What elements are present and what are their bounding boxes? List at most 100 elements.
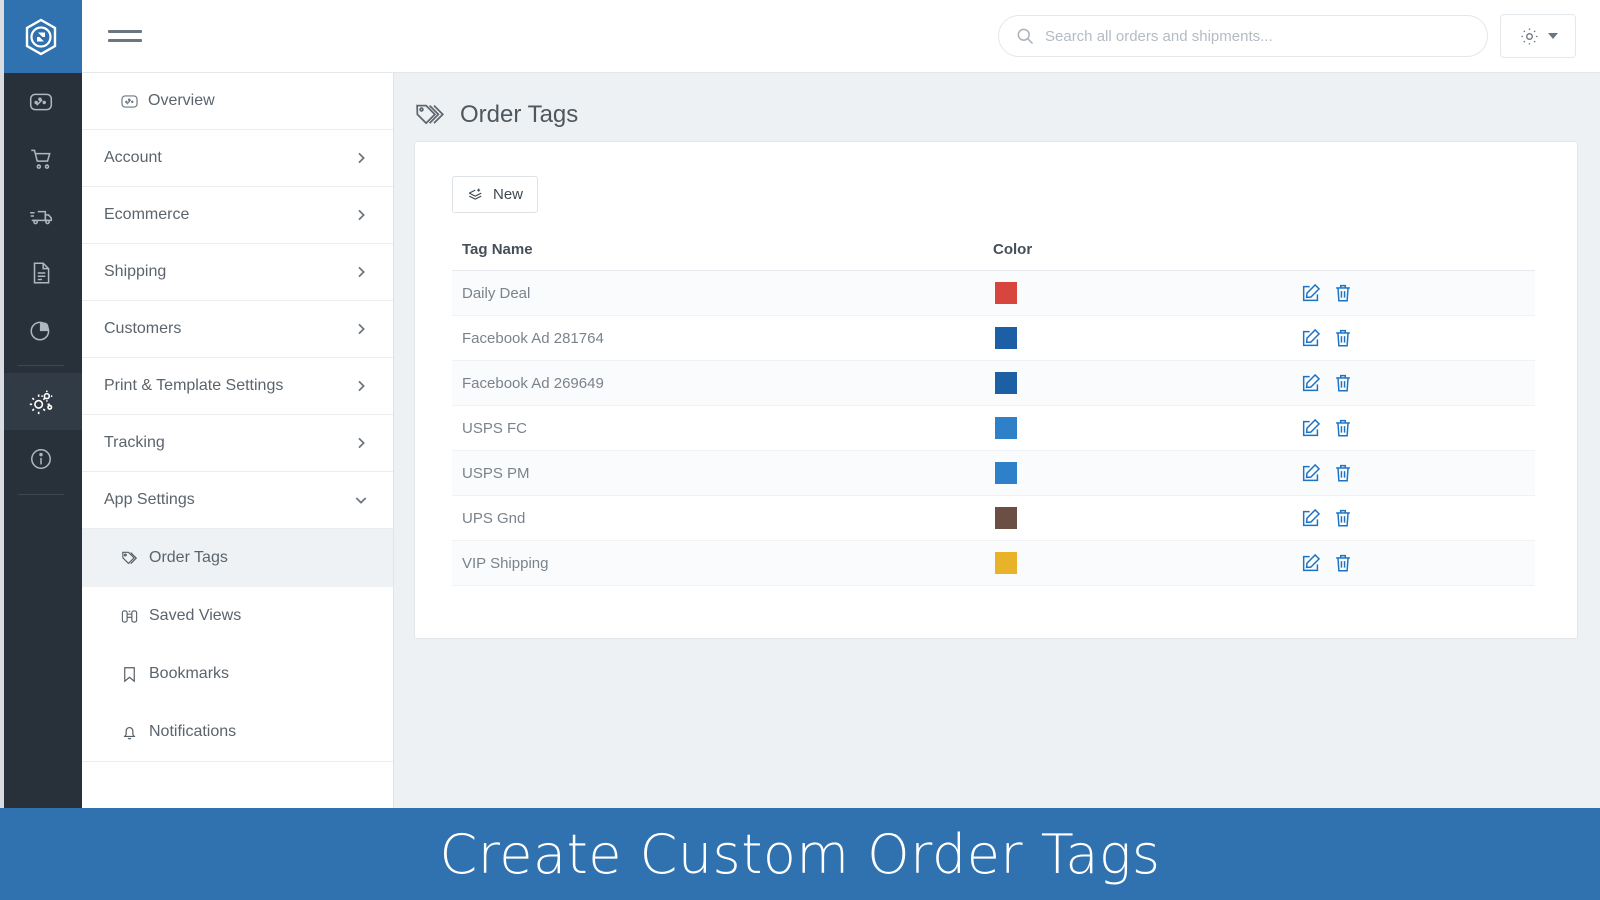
layers-plus-icon bbox=[468, 188, 482, 200]
settings-menu: Overview Account Ecommerce Shipping Cust… bbox=[82, 73, 394, 808]
table-header: Tag Name Color bbox=[452, 241, 1535, 271]
menu-item-overview[interactable]: Overview bbox=[82, 73, 393, 130]
row-actions-cell bbox=[1285, 315, 1535, 361]
menu-group-shipping[interactable]: Shipping bbox=[82, 244, 393, 301]
document-icon bbox=[33, 261, 50, 284]
table-row[interactable]: Daily Deal bbox=[452, 270, 1535, 316]
table-row[interactable]: Facebook Ad 269649 bbox=[452, 360, 1535, 406]
window-left-edge bbox=[0, 0, 4, 808]
row-actions-cell bbox=[1285, 405, 1535, 451]
tag-color-cell bbox=[985, 450, 1285, 496]
color-swatch bbox=[995, 372, 1017, 394]
menu-group-print-template-settings[interactable]: Print & Template Settings bbox=[82, 358, 393, 415]
tag-color-cell bbox=[985, 315, 1285, 361]
tag-name-cell: UPS Gnd bbox=[452, 495, 985, 541]
app-settings-sub-items: Order Tags Saved Views Bookmarks Notific… bbox=[82, 529, 393, 762]
trash-delete-icon[interactable] bbox=[1332, 462, 1354, 484]
menu-group-label: Shipping bbox=[104, 263, 167, 280]
binoculars-icon bbox=[120, 607, 139, 626]
row-actions bbox=[1295, 507, 1535, 529]
menu-group-customers[interactable]: Customers bbox=[82, 301, 393, 358]
settings-dropdown-button[interactable] bbox=[1500, 14, 1576, 58]
table-header-row: Tag Name Color bbox=[452, 241, 1535, 271]
rail-item-shipments[interactable] bbox=[0, 187, 82, 244]
chevron-right-icon bbox=[353, 150, 369, 166]
edit-pencil-icon[interactable] bbox=[1300, 507, 1322, 529]
rail-item-documents[interactable] bbox=[0, 244, 82, 301]
edit-pencil-icon[interactable] bbox=[1300, 372, 1322, 394]
sidebar-item-label: Order Tags bbox=[149, 549, 228, 566]
menu-group-app-settings[interactable]: App Settings bbox=[82, 472, 393, 529]
app-logo[interactable] bbox=[0, 0, 82, 73]
trash-delete-icon[interactable] bbox=[1332, 417, 1354, 439]
trash-delete-icon[interactable] bbox=[1332, 552, 1354, 574]
row-actions bbox=[1295, 327, 1535, 349]
row-actions bbox=[1295, 417, 1535, 439]
menu-group-label: App Settings bbox=[104, 491, 195, 508]
chevron-down-icon bbox=[1547, 33, 1558, 39]
table-row[interactable]: UPS Gnd bbox=[452, 495, 1535, 541]
order-tags-table: Tag Name Color Daily Deal Facebook Ad 281… bbox=[452, 241, 1535, 586]
icon-rail bbox=[0, 0, 82, 808]
chevron-right-icon bbox=[353, 264, 369, 280]
edit-pencil-icon[interactable] bbox=[1300, 552, 1322, 574]
sidebar-item-order-tags[interactable]: Order Tags bbox=[82, 529, 393, 587]
row-actions-cell bbox=[1285, 540, 1535, 586]
tag-color-cell bbox=[985, 495, 1285, 541]
trash-delete-icon[interactable] bbox=[1332, 507, 1354, 529]
row-actions-cell bbox=[1285, 270, 1535, 316]
top-bar bbox=[82, 0, 1600, 73]
menu-group-account[interactable]: Account bbox=[82, 130, 393, 187]
sidebar-item-bookmarks[interactable]: Bookmarks bbox=[82, 645, 393, 703]
tag-name-cell: Daily Deal bbox=[452, 270, 985, 316]
tags-icon bbox=[414, 100, 444, 130]
trash-delete-icon[interactable] bbox=[1332, 327, 1354, 349]
edit-pencil-icon[interactable] bbox=[1300, 417, 1322, 439]
menu-group-label: Print & Template Settings bbox=[104, 377, 284, 394]
table-row[interactable]: VIP Shipping bbox=[452, 540, 1535, 586]
hexagon-s-logo-icon bbox=[25, 18, 57, 55]
table-row[interactable]: USPS PM bbox=[452, 450, 1535, 496]
edit-pencil-icon[interactable] bbox=[1300, 327, 1322, 349]
row-actions bbox=[1295, 372, 1535, 394]
sidebar-item-label: Bookmarks bbox=[149, 665, 230, 682]
global-search[interactable] bbox=[998, 15, 1488, 57]
table-row[interactable]: Facebook Ad 281764 bbox=[452, 315, 1535, 361]
order-tags-card: New Tag Name Color Daily Deal Facebook Ad… bbox=[414, 141, 1578, 639]
bookmark-icon bbox=[120, 665, 139, 684]
new-tag-button-label: New bbox=[493, 186, 524, 203]
chevron-down-icon bbox=[353, 492, 369, 508]
gauge-icon bbox=[120, 92, 139, 111]
tag-icon bbox=[120, 549, 139, 568]
trash-delete-icon[interactable] bbox=[1332, 372, 1354, 394]
rail-item-orders[interactable] bbox=[0, 130, 82, 187]
new-tag-button[interactable]: New bbox=[452, 176, 539, 213]
rail-item-settings[interactable] bbox=[0, 373, 82, 430]
edit-pencil-icon[interactable] bbox=[1300, 462, 1322, 484]
app-window: Overview Account Ecommerce Shipping Cust… bbox=[0, 0, 1600, 900]
color-swatch bbox=[995, 552, 1017, 574]
bell-icon bbox=[120, 723, 139, 742]
menu-group-ecommerce[interactable]: Ecommerce bbox=[82, 187, 393, 244]
rail-item-reports[interactable] bbox=[0, 301, 82, 358]
search-input[interactable] bbox=[1045, 27, 1471, 45]
rail-item-info[interactable] bbox=[0, 430, 82, 487]
color-swatch bbox=[995, 417, 1017, 439]
trash-delete-icon[interactable] bbox=[1332, 282, 1354, 304]
menu-group-label: Tracking bbox=[104, 434, 165, 451]
table-row[interactable]: USPS FC bbox=[452, 405, 1535, 451]
menu-group-tracking[interactable]: Tracking bbox=[82, 415, 393, 472]
chevron-right-icon bbox=[353, 321, 369, 337]
sidebar-item-notifications[interactable]: Notifications bbox=[82, 703, 393, 761]
tag-color-cell bbox=[985, 270, 1285, 316]
menu-group-label: Account bbox=[104, 149, 162, 166]
rail-item-dashboard[interactable] bbox=[0, 73, 82, 130]
edit-pencil-icon[interactable] bbox=[1300, 282, 1322, 304]
chevron-right-icon bbox=[353, 378, 369, 394]
menu-toggle-button[interactable] bbox=[108, 23, 142, 49]
tag-color-cell bbox=[985, 360, 1285, 406]
sidebar-item-label: Notifications bbox=[149, 723, 237, 740]
bottom-banner: Create Custom Order Tags bbox=[0, 808, 1600, 900]
tag-color-cell bbox=[985, 540, 1285, 586]
sidebar-item-saved-views[interactable]: Saved Views bbox=[82, 587, 393, 645]
